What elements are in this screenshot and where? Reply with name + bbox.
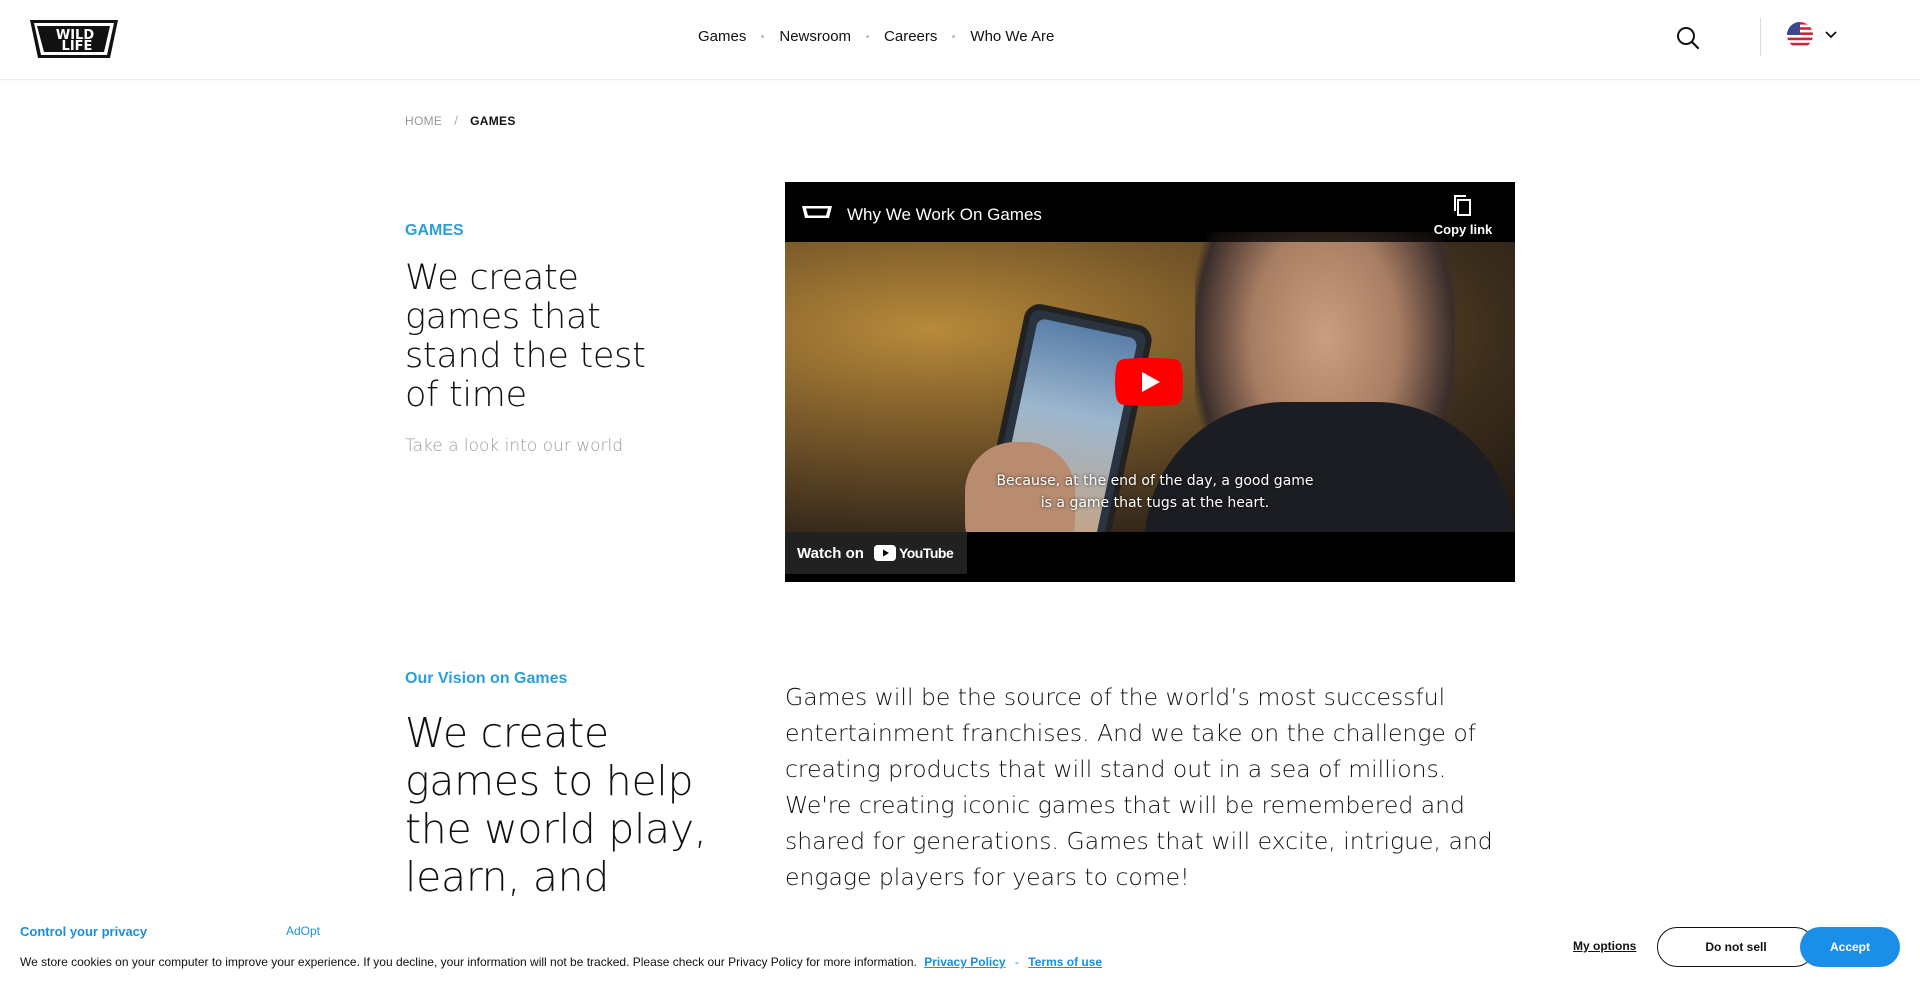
hero-eyebrow: GAMES: [405, 222, 464, 239]
hero-subtitle: Take a look into our world: [405, 436, 624, 456]
breadcrumb-separator: /: [454, 113, 459, 128]
nav-item-careers[interactable]: Careers: [884, 28, 937, 45]
privacy-policy-link[interactable]: Privacy Policy: [924, 955, 1005, 969]
header-divider: [1760, 18, 1761, 56]
video-title[interactable]: Why We Work On Games: [847, 205, 1042, 225]
channel-logo-icon[interactable]: [800, 200, 834, 224]
my-options-button[interactable]: My options: [1573, 939, 1636, 953]
breadcrumb-current: GAMES: [470, 113, 516, 128]
watch-on-label: Watch on: [797, 544, 864, 562]
do-not-sell-button[interactable]: Do not sell: [1657, 927, 1815, 967]
chevron-down-icon: [1825, 31, 1837, 39]
cookie-banner: Control your privacy AdOpt We store cook…: [0, 905, 1920, 993]
cookie-title: Control your privacy: [20, 924, 148, 939]
vision-eyebrow: Our Vision on Games: [405, 670, 568, 687]
language-selector[interactable]: [1787, 22, 1837, 48]
youtube-logo-icon: YouTube: [873, 545, 954, 561]
nav-dot-separator: [952, 35, 956, 38]
hero-title: We create games that stand the test of t…: [405, 258, 646, 415]
wildlife-logo[interactable]: WILD LIFE: [30, 18, 120, 60]
youtube-wordmark: YouTube: [898, 545, 954, 561]
nav-dot-separator: [866, 35, 870, 38]
caption-line-2: is a game that tugs at the heart.: [1040, 495, 1270, 511]
terms-of-use-link[interactable]: Terms of use: [1028, 955, 1102, 969]
youtube-video-embed[interactable]: Why We Work On Games Copy link Because, …: [785, 182, 1515, 582]
watch-on-youtube-button[interactable]: Watch on YouTube: [785, 532, 968, 574]
video-caption: Because, at the end of the day, a good g…: [965, 470, 1345, 514]
play-button-icon[interactable]: [1115, 358, 1183, 406]
vision-title: We create games to help the world play, …: [405, 709, 707, 901]
nav-item-who-we-are[interactable]: Who We Are: [970, 28, 1054, 45]
site-header: WILD LIFE Games Newsroom Careers Who We …: [0, 0, 1920, 80]
main-nav: Games Newsroom Careers Who We Are: [698, 28, 1054, 45]
cookie-text: We store cookies on your computer to imp…: [20, 955, 917, 969]
caption-line-1: Because, at the end of the day, a good g…: [996, 473, 1314, 489]
copy-link-label: Copy link: [1433, 222, 1493, 237]
copy-link-button[interactable]: Copy link: [1423, 194, 1503, 237]
breadcrumb-home[interactable]: HOME: [405, 114, 442, 128]
breadcrumb: HOME / GAMES: [405, 113, 516, 128]
copy-icon: [1454, 195, 1471, 216]
logo-text-bottom: LIFE: [62, 39, 93, 54]
nav-item-games[interactable]: Games: [698, 28, 746, 45]
nav-item-newsroom[interactable]: Newsroom: [779, 28, 851, 45]
accept-button[interactable]: Accept: [1800, 927, 1900, 967]
search-icon[interactable]: [1675, 25, 1701, 51]
nav-dot-separator: [761, 35, 765, 38]
cookie-brand-link[interactable]: AdOpt: [286, 924, 320, 938]
cookie-text-row: We store cookies on your computer to imp…: [20, 955, 1102, 969]
cookie-link-dash: -: [1014, 955, 1019, 969]
us-flag-icon: [1787, 22, 1813, 48]
vision-body: Games will be the source of the world’s …: [785, 683, 1493, 891]
